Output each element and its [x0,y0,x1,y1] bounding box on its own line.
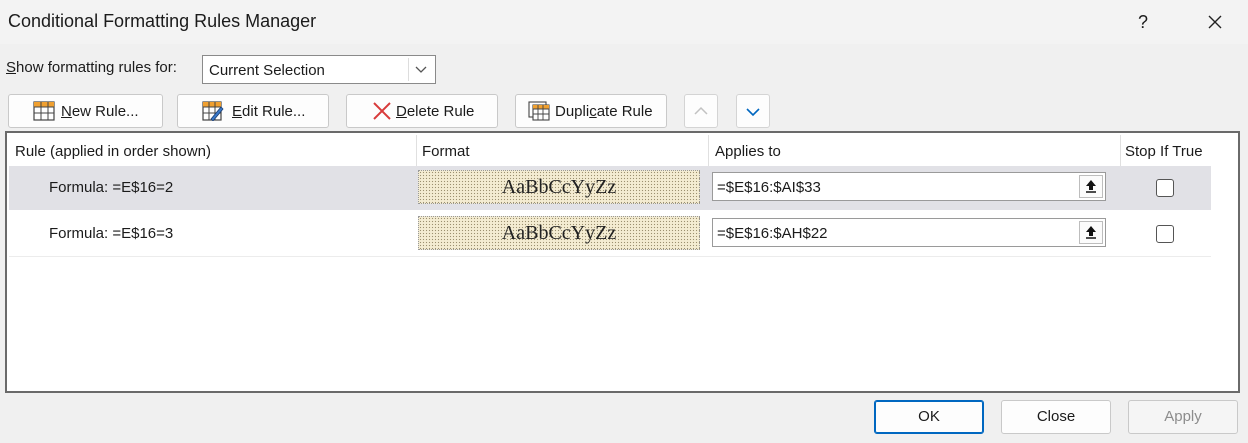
close-button[interactable]: Close [1001,400,1111,434]
move-up-button[interactable] [684,94,718,128]
duplicate-rule-icon [528,101,550,121]
dropdown-value: Current Selection [209,62,325,79]
row-divider [9,256,1211,257]
delete-rule-button[interactable]: Delete Rule [346,94,498,128]
apply-button[interactable]: Apply [1128,400,1238,434]
table-row[interactable]: Formula: =E$16=2 AaBbCcYyZz =$E$16:$AI$3… [9,166,1211,210]
column-header-format[interactable]: Format [422,143,470,160]
rule-description: Formula: =E$16=3 [49,225,174,242]
dialog-title: Conditional Formatting Rules Manager [8,11,317,31]
applies-to-field[interactable]: =$E$16:$AH$22 [712,218,1106,247]
column-header-stop-if-true[interactable]: Stop If True [1125,143,1203,160]
help-button[interactable]: ? [1128,8,1158,36]
chevron-up-icon [694,106,708,115]
collapse-dialog-button[interactable] [1079,175,1103,198]
applies-to-field[interactable]: =$E$16:$AI$33 [712,172,1106,201]
edit-rule-button[interactable]: Edit Rule... [177,94,329,128]
close-window-button[interactable] [1198,8,1232,36]
column-divider [708,135,709,167]
move-down-button[interactable] [736,94,770,128]
rule-description: Formula: =E$16=2 [49,179,174,196]
column-header-rule[interactable]: Rule (applied in order shown) [15,143,211,160]
title-bar: Conditional Formatting Rules Manager ? [0,0,1248,44]
format-preview: AaBbCcYyZz [418,216,700,250]
format-preview: AaBbCcYyZz [418,170,700,204]
show-rules-label: Show formatting rules for: [6,59,177,76]
stop-if-true-checkbox[interactable] [1156,225,1174,243]
table-row[interactable]: Formula: =E$16=3 AaBbCcYyZz =$E$16:$AH$2… [9,212,1211,256]
column-divider [416,135,417,167]
edit-rule-icon [202,101,224,121]
delete-icon [373,102,391,120]
ok-button[interactable]: OK [874,400,984,434]
range-select-icon [1086,226,1096,239]
chevron-down-icon [746,108,760,117]
column-divider [1120,135,1121,167]
rules-list: Rule (applied in order shown) Format App… [5,131,1240,393]
duplicate-rule-button[interactable]: Duplicate Rule [515,94,667,128]
applies-to-value: =$E$16:$AH$22 [717,225,828,242]
chevron-down-icon[interactable] [408,58,433,81]
column-header-applies-to[interactable]: Applies to [715,143,781,160]
new-rule-button[interactable]: New Rule... [8,94,163,128]
new-rule-icon [33,101,55,121]
collapse-dialog-button[interactable] [1079,221,1103,244]
close-icon [1208,15,1222,29]
range-select-icon [1086,180,1096,193]
stop-if-true-checkbox[interactable] [1156,179,1174,197]
applies-to-value: =$E$16:$AI$33 [717,179,821,196]
show-rules-dropdown[interactable]: Current Selection [202,55,436,84]
